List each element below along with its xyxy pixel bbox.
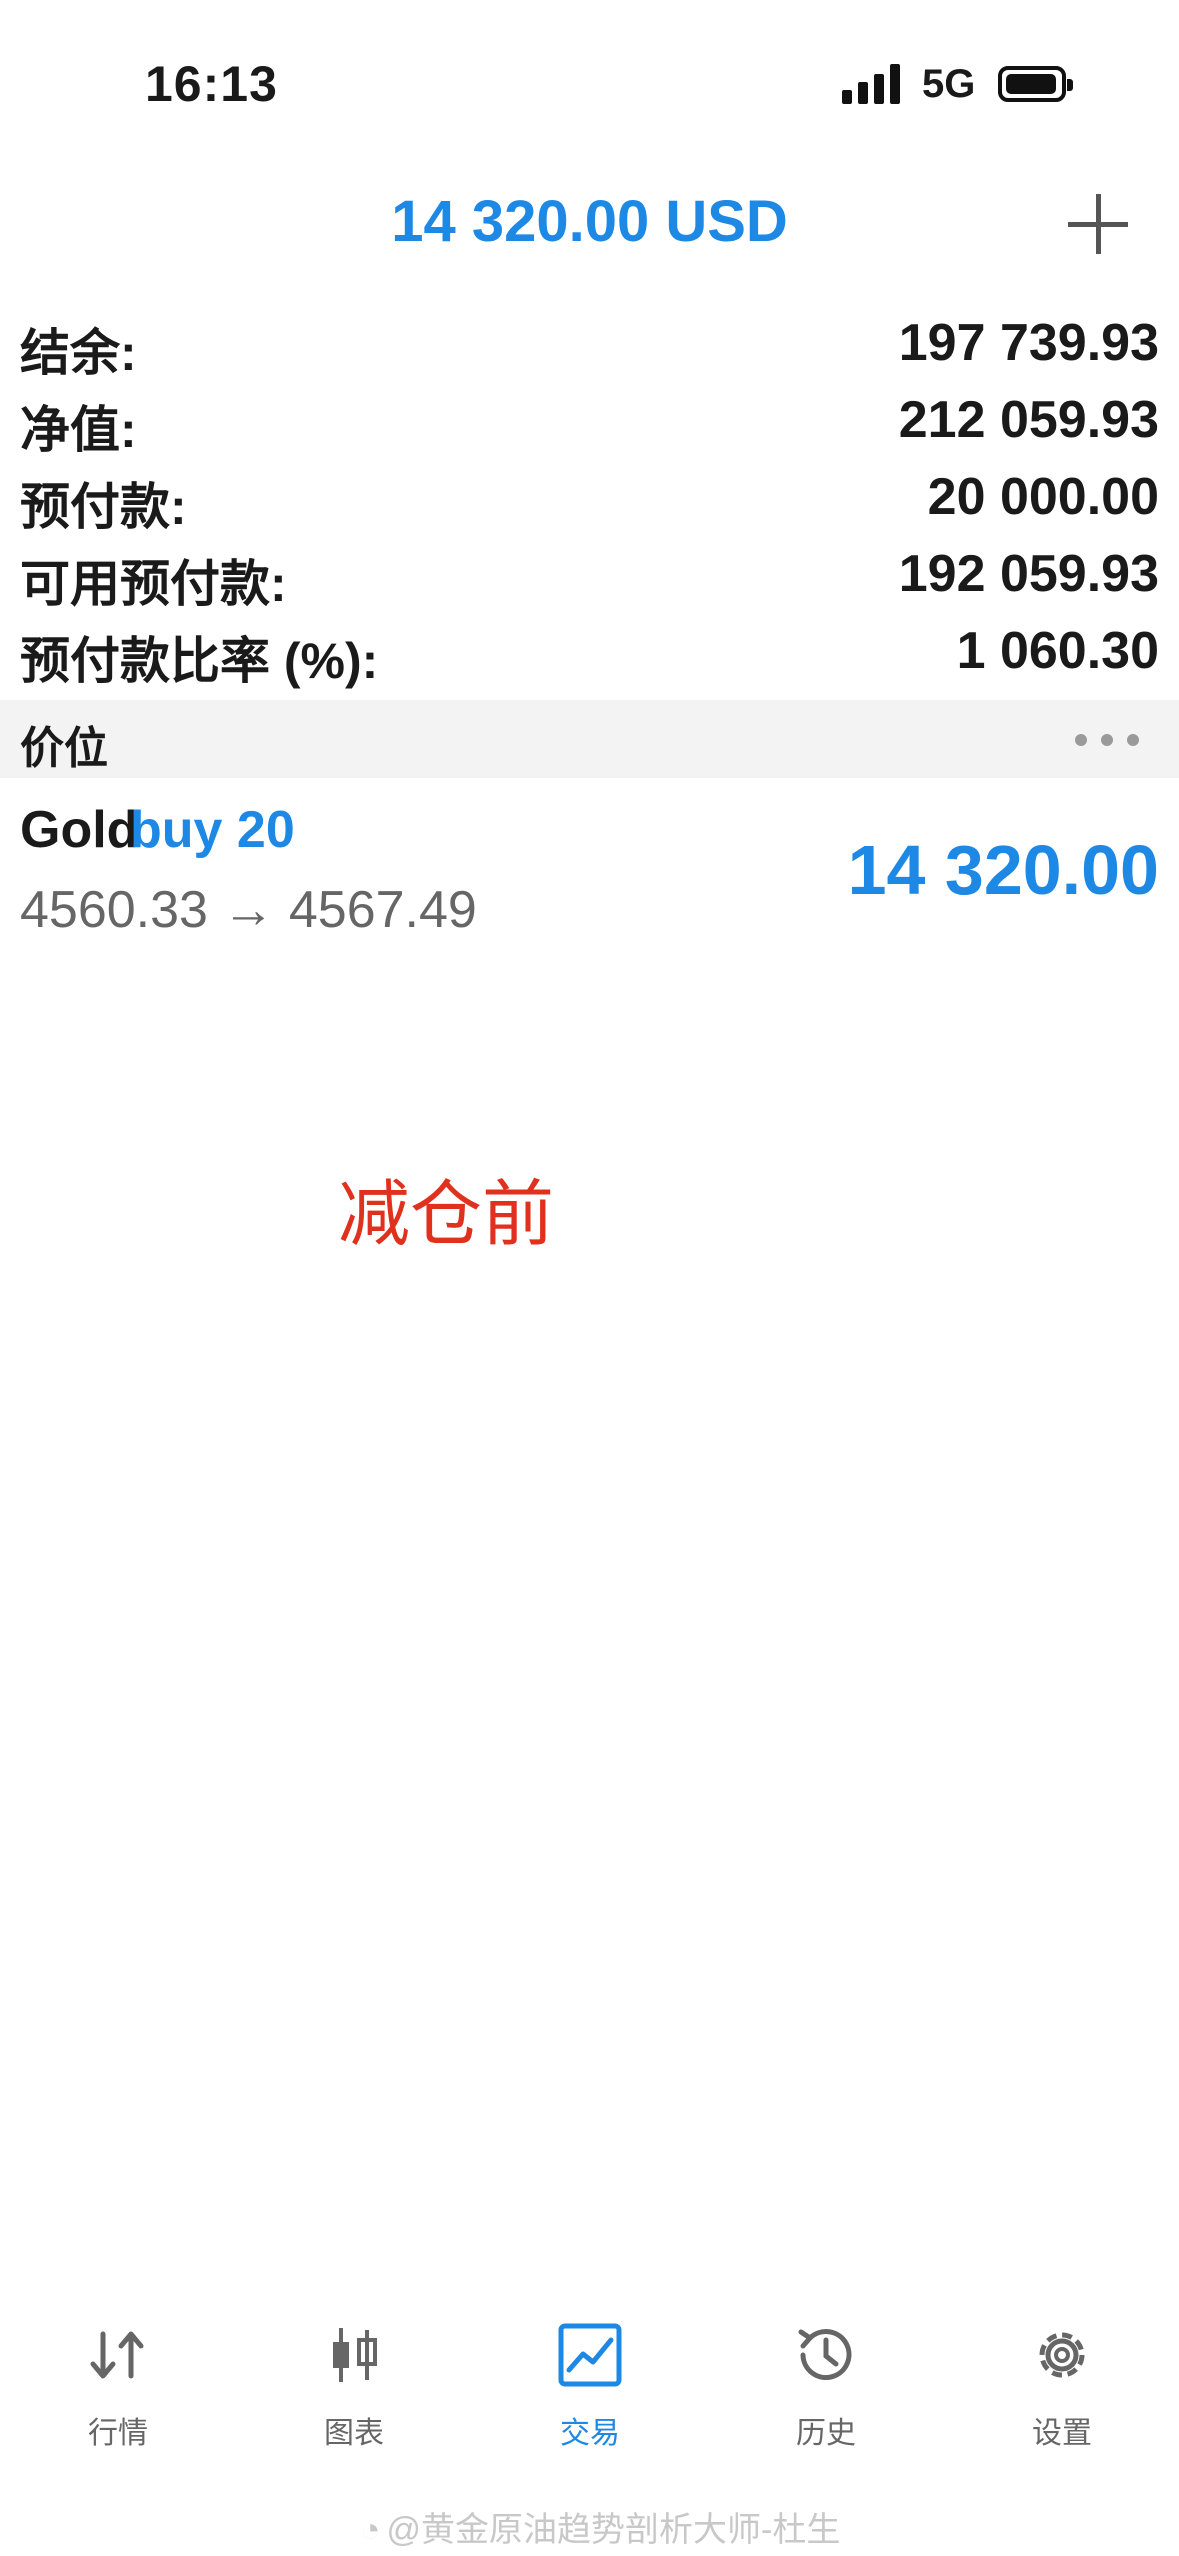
margin-level-value: 1 060.30	[956, 622, 1159, 680]
header: 14 320.00 USD	[0, 170, 1179, 290]
battery-icon	[998, 66, 1073, 102]
status-time: 16:13	[145, 56, 278, 112]
balance-value: 197 739.93	[898, 314, 1159, 372]
position-row[interactable]: Gold buy 20 4560.33 → 4567.49 14 320.00	[0, 790, 1179, 960]
cellular-signal-icon	[842, 64, 902, 104]
summary-row-equity: 净值: 212 059.93	[0, 382, 1179, 459]
quotes-icon	[90, 2331, 144, 2379]
summary-row-margin: 预付款: 20 000.00	[0, 459, 1179, 536]
positions-section-header: 价位	[0, 700, 1179, 778]
position-symbol: Gold	[20, 801, 139, 859]
position-prices: 4560.33 → 4567.49	[20, 881, 477, 939]
trade-icon	[558, 2323, 622, 2387]
history-icon	[798, 2329, 852, 2381]
balance-label: 结余:	[20, 325, 137, 381]
profit-total-title: 14 320.00 USD	[391, 189, 788, 254]
tab-chart[interactable]: 图表	[236, 2300, 472, 2460]
tab-quotes[interactable]: 行情	[0, 2300, 236, 2460]
account-summary: 结余: 197 739.93 净值: 212 059.93 预付款: 20 00…	[0, 305, 1179, 690]
equity-value: 212 059.93	[898, 391, 1159, 449]
weibo-logo-icon: ◔	[360, 2511, 381, 2549]
tab-settings-label: 设置	[1032, 2417, 1092, 2450]
tab-history[interactable]: 历史	[708, 2300, 944, 2460]
annotation-text: 减仓前	[338, 1175, 555, 1255]
bottom-tab-bar: 行情 图表 交易 历史 设置	[0, 2300, 1179, 2460]
equity-label: 净值:	[20, 402, 137, 458]
screen: 16:13 5G 14 320.00 USD 结余: 197 739.93 净值…	[0, 0, 1179, 2556]
tab-trade-label: 交易	[560, 2417, 620, 2450]
chart-candles-icon	[333, 2328, 377, 2382]
tab-quotes-label: 行情	[88, 2417, 148, 2450]
free-margin-label: 可用预付款:	[20, 556, 287, 612]
summary-row-free-margin: 可用预付款: 192 059.93	[0, 536, 1179, 613]
tab-history-label: 历史	[796, 2417, 856, 2450]
add-order-icon[interactable]	[1068, 194, 1128, 254]
free-margin-value: 192 059.93	[898, 545, 1159, 603]
watermark-text: @黄金原油趋势剖析大师-杜生	[386, 2511, 841, 2549]
more-icon[interactable]	[1075, 734, 1139, 746]
summary-row-margin-level: 预付款比率 (%): 1 060.30	[0, 613, 1179, 690]
network-type: 5G	[922, 62, 976, 106]
section-title: 价位	[20, 724, 108, 773]
position-profit: 14 320.00	[847, 831, 1159, 909]
settings-icon	[1039, 2332, 1085, 2378]
position-direction: buy 20	[130, 801, 295, 859]
tab-trade[interactable]: 交易	[472, 2300, 708, 2460]
margin-label: 预付款:	[20, 479, 187, 535]
tab-settings[interactable]: 设置	[944, 2300, 1179, 2460]
tab-chart-label: 图表	[324, 2417, 384, 2450]
margin-value: 20 000.00	[927, 468, 1159, 526]
margin-level-label: 预付款比率 (%):	[20, 633, 379, 689]
status-bar: 16:13 5G	[0, 0, 1179, 170]
summary-row-balance: 结余: 197 739.93	[0, 305, 1179, 382]
watermark: ◔ @黄金原油趋势剖析大师-杜生	[360, 2502, 840, 2551]
